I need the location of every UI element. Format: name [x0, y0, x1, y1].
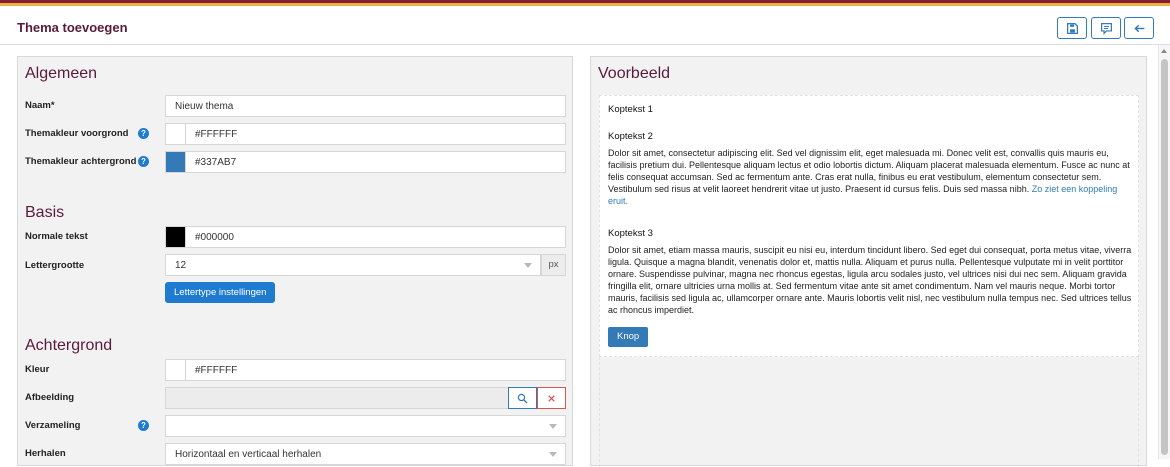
- help-icon[interactable]: ?: [138, 420, 149, 431]
- preview-heading-2: Koptekst 2: [608, 131, 653, 142]
- lettergrootte-label: Lettergrootte: [25, 260, 85, 271]
- color-swatch-black[interactable]: [166, 227, 186, 247]
- section-title-achtergrond: Achtergrond: [25, 337, 113, 354]
- preview-heading-1: Koptekst 1: [608, 104, 653, 115]
- font-settings-button[interactable]: Lettertype instellingen: [165, 282, 276, 303]
- naam-label: Naam*: [25, 100, 55, 111]
- back-button[interactable]: [1124, 17, 1154, 39]
- herhalen-value: Horizontaal en verticaal herhalen: [175, 448, 322, 460]
- scroll-up-icon[interactable]: [1161, 49, 1167, 53]
- preview-heading-3: Koptekst 3: [608, 228, 653, 239]
- kleur-input[interactable]: #FFFFFF: [165, 359, 566, 381]
- color-swatch-white[interactable]: [166, 124, 186, 144]
- color-swatch-blue[interactable]: [166, 152, 186, 172]
- naam-value: Nieuw thema: [175, 100, 234, 112]
- vertical-scrollbar[interactable]: [1158, 45, 1170, 459]
- unit-addon: px: [541, 254, 566, 276]
- naam-input[interactable]: Nieuw thema: [165, 95, 566, 117]
- preview-empty-area: [599, 357, 1139, 467]
- chevron-down-icon: [549, 424, 557, 429]
- comment-icon: [1100, 22, 1112, 35]
- page-header: Thema toevoegen: [0, 10, 1170, 45]
- save-icon: [1066, 22, 1078, 34]
- close-icon: [548, 394, 555, 402]
- verzameling-label: Verzameling: [25, 420, 81, 431]
- themakleur-voorgrond-input[interactable]: #FFFFFF: [165, 123, 566, 145]
- themakleur-achtergrond-input[interactable]: #337AB7: [165, 151, 566, 173]
- kleur-value: #FFFFFF: [195, 364, 238, 376]
- themakleur-voorgrond-value: #FFFFFF: [195, 128, 238, 140]
- verzameling-select[interactable]: [165, 415, 566, 437]
- section-title-basis: Basis: [25, 204, 65, 221]
- afbeelding-input[interactable]: [165, 387, 509, 409]
- search-image-button[interactable]: [508, 387, 537, 409]
- chevron-down-icon: [524, 263, 532, 268]
- scrollbar-thumb[interactable]: [1161, 59, 1168, 455]
- clear-image-button[interactable]: [537, 387, 566, 409]
- color-swatch-white[interactable]: [166, 360, 186, 380]
- section-title-voorbeeld: Voorbeeld: [598, 65, 671, 82]
- normale-tekst-label: Normale tekst: [25, 231, 88, 242]
- top-brand-stripe: [0, 0, 1170, 10]
- page-title: Thema toevoegen: [17, 20, 128, 35]
- lettergrootte-select[interactable]: 12: [165, 254, 541, 276]
- preview-paragraph-2: Dolor sit amet, etiam massa mauris, susc…: [608, 245, 1132, 315]
- search-icon: [517, 393, 528, 403]
- preview-panel: Voorbeeld Koptekst 1 Koptekst 2 Dolor si…: [590, 56, 1147, 467]
- themakleur-voorgrond-label: Themakleur voorgrond: [25, 128, 129, 139]
- kleur-label: Kleur: [25, 364, 50, 375]
- normale-tekst-value: #000000: [195, 231, 234, 243]
- preview-button[interactable]: Knop: [608, 327, 649, 347]
- arrow-left-icon: [1133, 24, 1144, 32]
- section-title-algemeen: Algemeen: [25, 65, 98, 82]
- comment-button[interactable]: [1091, 17, 1121, 39]
- themakleur-achtergrond-label: Themakleur achtergrond: [25, 156, 137, 167]
- chevron-down-icon: [549, 452, 557, 457]
- settings-panel: Algemeen Naam* Nieuw thema Themakleur vo…: [17, 56, 573, 466]
- preview-content: Koptekst 1 Koptekst 2 Dolor sit amet, co…: [599, 95, 1139, 357]
- help-icon[interactable]: ?: [138, 156, 149, 167]
- afbeelding-label: Afbeelding: [25, 392, 75, 403]
- save-button[interactable]: [1057, 17, 1087, 39]
- help-icon[interactable]: ?: [138, 128, 149, 139]
- preview-paragraph-1: Dolor sit amet, consectetur adipiscing e…: [608, 147, 1136, 207]
- herhalen-select[interactable]: Horizontaal en verticaal herhalen: [165, 443, 566, 465]
- normale-tekst-input[interactable]: #000000: [165, 226, 566, 248]
- lettergrootte-value: 12: [175, 259, 187, 271]
- themakleur-achtergrond-value: #337AB7: [195, 156, 237, 168]
- herhalen-label: Herhalen: [25, 448, 66, 459]
